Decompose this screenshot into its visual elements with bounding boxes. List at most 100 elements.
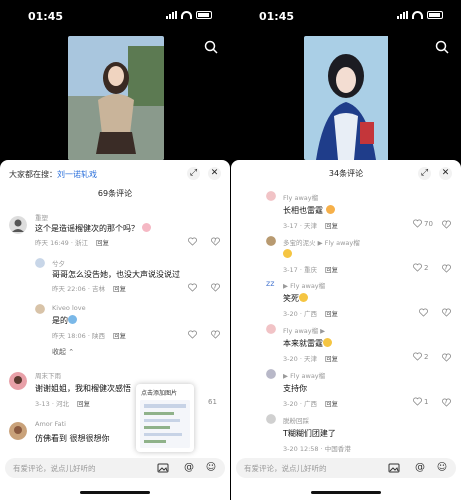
avatar[interactable] bbox=[35, 304, 45, 314]
reply-button[interactable]: 回复 bbox=[325, 355, 338, 363]
avatar[interactable] bbox=[266, 369, 276, 379]
expand-icon[interactable]: ⤢ bbox=[418, 167, 431, 180]
like-count[interactable]: 61 bbox=[208, 398, 217, 406]
comment-text: 支持你 bbox=[283, 384, 307, 393]
dislike-icon[interactable] bbox=[442, 220, 451, 229]
comment-input[interactable]: 有爱评论，说点儿好听的 @ ☺ bbox=[236, 458, 456, 478]
expand-icon[interactable]: ⤢ bbox=[187, 167, 200, 180]
like-icon[interactable] bbox=[188, 237, 197, 246]
comment-author[interactable]: 多宝的泥火 ▶ Fly away榴 bbox=[283, 237, 360, 247]
avatar[interactable] bbox=[266, 324, 276, 334]
like-count: 70 bbox=[424, 219, 433, 228]
comment-meta-info: 3-20 · 天津 bbox=[283, 355, 317, 363]
status-time: 01:45 bbox=[259, 10, 295, 23]
comment-panel: 大家都在搜：刘一诺轧戏 ⤢ ✕ 69条评论 重塑 这个是造谣榴健次的那个吗？ 昨… bbox=[0, 160, 230, 500]
dislike-icon[interactable] bbox=[211, 283, 220, 292]
emoji-picker-icon[interactable]: ☺ bbox=[436, 462, 448, 474]
comment-meta: 3-20 12:58 · 中国香港 bbox=[283, 445, 351, 453]
reply-button[interactable]: 回复 bbox=[325, 266, 338, 274]
avatar[interactable] bbox=[9, 372, 27, 390]
hot-search-bar: 大家都在搜：刘一诺轧戏 ⤢ ✕ bbox=[0, 160, 230, 188]
comment-author[interactable]: 周末下雨 bbox=[35, 370, 61, 380]
comment-text: 谢谢姐姐，我和榴健次感悟 bbox=[35, 384, 131, 393]
search-icon[interactable] bbox=[435, 40, 449, 54]
battery-icon bbox=[427, 11, 443, 19]
like-button[interactable]: 2 bbox=[413, 352, 428, 361]
like-icon bbox=[413, 397, 422, 406]
emoji-icon bbox=[141, 223, 151, 232]
avatar[interactable] bbox=[266, 414, 276, 424]
reply-button[interactable]: 回复 bbox=[325, 310, 338, 318]
like-icon bbox=[413, 263, 422, 272]
dislike-icon[interactable] bbox=[211, 330, 220, 339]
comment-header: 34条评论 ⤢ ✕ bbox=[231, 160, 461, 188]
video-thumbnail[interactable] bbox=[68, 36, 164, 160]
mention-icon[interactable]: @ bbox=[183, 462, 195, 474]
dislike-icon[interactable] bbox=[442, 398, 451, 407]
comment-meta: 昨天 16:49 · 浙江 回复 bbox=[35, 237, 109, 247]
comment-author[interactable]: Fly away榴 ▶ bbox=[283, 325, 325, 335]
like-icon bbox=[413, 352, 422, 361]
mention-icon[interactable]: @ bbox=[414, 462, 426, 474]
dislike-icon[interactable] bbox=[442, 264, 451, 273]
avatar[interactable] bbox=[9, 216, 27, 234]
signal-icon bbox=[166, 11, 177, 19]
like-button[interactable]: 2 bbox=[413, 263, 428, 272]
avatar[interactable] bbox=[9, 422, 27, 440]
comment-meta: 昨天 18:06 · 陕西 回复 bbox=[52, 330, 126, 340]
sleep-icon: zz bbox=[266, 279, 275, 288]
avatar[interactable] bbox=[266, 191, 276, 201]
reply-button[interactable]: 回复 bbox=[325, 400, 338, 408]
left-phone: 01:45 大家都在搜：刘一诺轧戏 ⤢ ✕ 69条评论 重塑 这个是造谣榴健次的… bbox=[0, 0, 230, 500]
comment-text: 仿佛看到 很想很想你 bbox=[35, 434, 110, 443]
dislike-icon[interactable] bbox=[211, 237, 220, 246]
dislike-icon[interactable] bbox=[442, 308, 451, 317]
avatar[interactable] bbox=[266, 236, 276, 246]
comment-text-body: 本来就雷霆 bbox=[283, 339, 323, 348]
reply-button[interactable]: 回复 bbox=[113, 332, 126, 340]
reply-button[interactable]: 回复 bbox=[96, 239, 109, 247]
hot-search-term[interactable]: 刘一诺轧戏 bbox=[57, 170, 97, 179]
image-icon[interactable] bbox=[157, 462, 169, 474]
emoji-picker-icon[interactable]: ☺ bbox=[205, 462, 217, 474]
video-thumbnail[interactable] bbox=[304, 36, 400, 160]
comment-meta-info: 3-17 · 天津 bbox=[283, 222, 317, 230]
comment-text-body: 这个是造谣榴健次的那个吗？ bbox=[35, 224, 139, 233]
comment-author[interactable]: Fly away榴 bbox=[283, 192, 318, 202]
dislike-icon[interactable] bbox=[442, 353, 451, 362]
comment-text: 哥哥怎么没告她，也没大声说没说过 bbox=[52, 270, 180, 279]
comment-author[interactable]: 重塑 bbox=[35, 212, 48, 222]
avatar[interactable] bbox=[35, 258, 45, 268]
reply-button[interactable]: 回复 bbox=[325, 222, 338, 230]
add-image-popup[interactable]: 点击添加图片 bbox=[136, 384, 194, 452]
like-count: 1 bbox=[424, 397, 429, 406]
reply-button[interactable]: 回复 bbox=[77, 400, 90, 408]
comment-text: T糊糊们团建了 bbox=[283, 429, 336, 438]
like-button[interactable]: 1 bbox=[413, 397, 428, 406]
collapse-replies[interactable]: 收起 ⌃ bbox=[52, 347, 74, 357]
image-icon[interactable] bbox=[388, 462, 400, 474]
like-icon[interactable] bbox=[188, 330, 197, 339]
comment-author[interactable]: Amor Fati bbox=[35, 420, 66, 428]
search-icon[interactable] bbox=[204, 40, 218, 54]
like-count: 2 bbox=[424, 263, 429, 272]
popup-title: 点击添加图片 bbox=[141, 390, 178, 397]
reply-button[interactable]: 回复 bbox=[113, 285, 126, 293]
close-icon[interactable]: ✕ bbox=[439, 167, 452, 180]
hot-search[interactable]: 大家都在搜：刘一诺轧戏 bbox=[9, 169, 97, 180]
like-button[interactable]: 70 bbox=[413, 219, 433, 228]
comment-author[interactable]: 兮夕 bbox=[52, 258, 65, 268]
like-icon[interactable] bbox=[188, 283, 197, 292]
emoji-icon bbox=[299, 293, 308, 302]
close-icon[interactable]: ✕ bbox=[208, 167, 221, 180]
comment-text: 本来就雷霆 bbox=[283, 338, 332, 349]
comment-author[interactable]: 脱粉回踩 bbox=[283, 415, 309, 425]
comment-input[interactable]: 有爱评论，说点儿好听的 @ ☺ bbox=[5, 458, 225, 478]
comment-author[interactable]: Kiveo love bbox=[52, 304, 86, 312]
status-time: 01:45 bbox=[28, 10, 64, 23]
like-icon[interactable] bbox=[419, 308, 428, 317]
comment-author[interactable]: ▶ Fly away榴 bbox=[283, 370, 325, 380]
comment-meta: 3-20 · 广西 回复 bbox=[283, 398, 338, 408]
comment-meta: 昨天 22:06 · 吉林 回复 bbox=[52, 283, 126, 293]
comment-author[interactable]: ▶ Fly away榴 bbox=[283, 280, 325, 290]
